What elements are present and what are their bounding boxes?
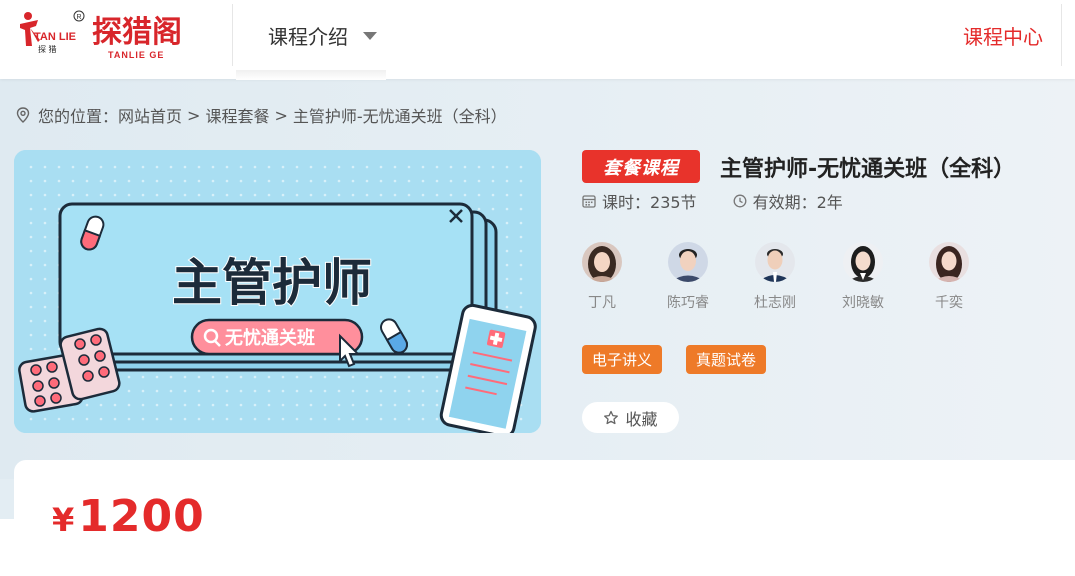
breadcrumb-current: 主管护师-无忧通关班（全科）: [292, 107, 507, 126]
location-pin-icon: [16, 107, 30, 123]
breadcrumb-packages[interactable]: 课程套餐: [205, 103, 269, 127]
site-header: TAN LIE 探 猎 R 探猎阁 TANLIE GE 课程介绍 课程中心: [0, 0, 1075, 80]
course-meta: 课时： 235节 有效期： 2年: [582, 190, 843, 212]
price-currency: ¥: [52, 501, 75, 539]
page-edge: [0, 519, 14, 576]
course-hours-value: 235节: [650, 193, 697, 212]
breadcrumb: 您的位置： 网站首页 > 课程套餐 > 主管护师-无忧通关班（全科）: [16, 104, 507, 126]
teacher-item[interactable]: 千奕: [919, 242, 979, 312]
teacher-name: 丁凡: [588, 295, 616, 311]
calendar-icon: [582, 195, 596, 208]
avatar: [582, 242, 622, 282]
star-icon: [604, 410, 619, 424]
material-tag-exam-papers: 真题试卷: [686, 345, 767, 374]
course-hours-label: 课时：: [602, 193, 651, 212]
teacher-item[interactable]: 刘晓敏: [833, 242, 893, 312]
nav-dropdown-shadow: [236, 70, 386, 80]
teacher-item[interactable]: 陈巧睿: [658, 242, 718, 312]
breadcrumb-home[interactable]: 网站首页: [118, 103, 182, 127]
course-hours: 课时： 235节: [582, 189, 697, 213]
price: ¥ 1200: [52, 491, 205, 547]
course-cover-image: 主管护师 无忧通关班: [14, 150, 541, 433]
header-divider: [232, 4, 233, 66]
avatar: [843, 242, 883, 282]
breadcrumb-separator: >: [187, 105, 201, 125]
avatar: [668, 242, 708, 282]
nav-course-intro[interactable]: 课程介绍: [268, 20, 377, 50]
cover-headline: 主管护师: [172, 254, 372, 312]
cover-search-text: 无忧通关班: [225, 327, 315, 349]
site-logo[interactable]: TAN LIE 探 猎 R 探猎阁 TANLIE GE: [16, 6, 196, 66]
caret-down-icon: [363, 32, 377, 40]
price-amount: 1200: [78, 491, 205, 542]
teacher-item[interactable]: 杜志刚: [745, 242, 805, 312]
logo-text: 探猎阁: [92, 15, 182, 50]
breadcrumb-separator: >: [274, 105, 288, 125]
header-divider-right: [1061, 4, 1062, 66]
svg-text:R: R: [77, 14, 82, 21]
logo-mark-small: 探 猎: [38, 44, 57, 54]
teacher-item[interactable]: 丁凡: [572, 242, 632, 312]
favorite-label: 收藏: [625, 409, 658, 429]
favorite-button[interactable]: 收藏: [582, 402, 679, 433]
course-center-link[interactable]: 课程中心: [963, 20, 1043, 50]
package-course-tag: 套餐课程: [582, 150, 700, 183]
clock-icon: [733, 194, 747, 208]
course-validity-label: 有效期：: [752, 193, 817, 212]
course-validity: 有效期： 2年: [733, 189, 843, 213]
avatar: [929, 242, 969, 282]
teacher-name: 陈巧睿: [667, 295, 709, 311]
logo-subtext: TANLIE GE: [108, 50, 164, 60]
material-tag-lecture-notes: 电子讲义: [582, 345, 663, 374]
teacher-name: 杜志刚: [754, 295, 796, 311]
course-validity-value: 2年: [816, 193, 843, 212]
nav-course-intro-label: 课程介绍: [268, 24, 348, 49]
course-title: 主管护师-无忧通关班（全科）: [720, 156, 1016, 182]
teacher-name: 刘晓敏: [842, 295, 884, 311]
price-card: ¥ 1200: [14, 460, 1075, 576]
breadcrumb-prefix: 您的位置：: [38, 107, 119, 126]
logo-mark-text: TAN LIE: [34, 31, 76, 43]
teacher-name: 千奕: [935, 295, 963, 311]
avatar: [755, 242, 795, 282]
